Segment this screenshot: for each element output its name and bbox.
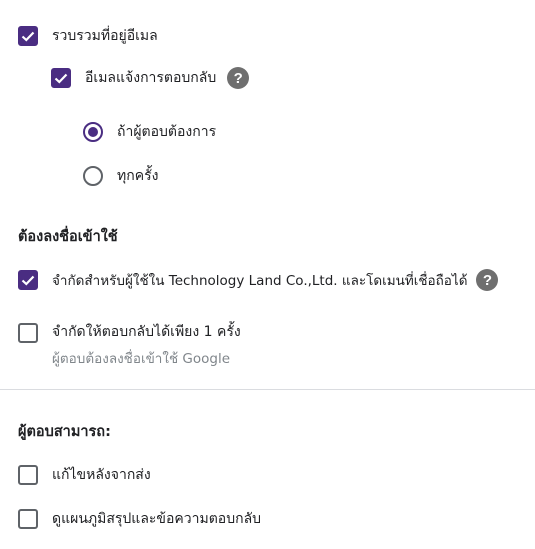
limit-one-response-label: จำกัดให้ตอบกลับได้เพียง 1 ครั้ง	[52, 324, 241, 340]
checkmark-icon	[21, 31, 35, 42]
respondents-can-heading: ผู้ตอบสามารถ:	[18, 424, 111, 440]
response-receipts-option[interactable]: อีเมลแจ้งการตอบกลับ ?	[51, 67, 250, 89]
limit-one-response-option[interactable]: จำกัดให้ตอบกลับได้เพียง 1 ครั้ง ผู้ตอบต้…	[18, 321, 241, 369]
receipt-option-always[interactable]: ทุกครั้ง	[83, 165, 158, 187]
checkmark-icon	[54, 73, 68, 84]
see-summary-option[interactable]: ดูแผนภูมิสรุปและข้อความตอบกลับ	[18, 508, 261, 530]
restrict-domain-label: จำกัดสำหรับผู้ใช้ใน Technology Land Co.,…	[52, 273, 468, 289]
see-summary-label: ดูแผนภูมิสรุปและข้อความตอบกลับ	[52, 511, 262, 527]
radio-dot	[88, 127, 98, 137]
restrict-domain-option[interactable]: จำกัดสำหรับผู้ใช้ใน Technology Land Co.,…	[18, 269, 499, 291]
collect-email-option[interactable]: รวบรวมที่อยู่อีเมล	[18, 25, 158, 47]
edit-after-submit-option[interactable]: แก้ไขหลังจากส่ง	[18, 464, 151, 486]
collect-email-label: รวบรวมที่อยู่อีเมล	[52, 28, 158, 44]
edit-after-submit-label: แก้ไขหลังจากส่ง	[52, 467, 151, 483]
receipt-option-if-requested[interactable]: ถ้าผู้ตอบต้องการ	[83, 121, 216, 143]
restrict-domain-checkbox[interactable]	[18, 270, 38, 290]
help-icon[interactable]: ?	[476, 269, 499, 291]
collect-email-checkbox[interactable]	[18, 26, 38, 46]
limit-one-response-sublabel: ผู้ตอบต้องลงชื่อเข้าใช้ Google	[52, 351, 231, 367]
see-summary-checkbox[interactable]	[18, 509, 38, 529]
sign-in-heading: ต้องลงชื่อเข้าใช้	[18, 229, 118, 245]
edit-after-submit-checkbox[interactable]	[18, 465, 38, 485]
response-receipts-checkbox[interactable]	[51, 68, 71, 88]
receipt-option-label: ทุกครั้ง	[117, 168, 159, 184]
response-receipts-label: อีเมลแจ้งการตอบกลับ	[85, 70, 217, 86]
checkmark-icon	[21, 275, 35, 286]
radio-button-selected[interactable]	[83, 122, 103, 142]
receipt-option-label: ถ้าผู้ตอบต้องการ	[117, 124, 217, 140]
help-icon[interactable]: ?	[227, 67, 250, 89]
section-divider	[0, 389, 535, 390]
radio-button[interactable]	[83, 166, 103, 186]
limit-one-response-checkbox[interactable]	[18, 323, 38, 343]
